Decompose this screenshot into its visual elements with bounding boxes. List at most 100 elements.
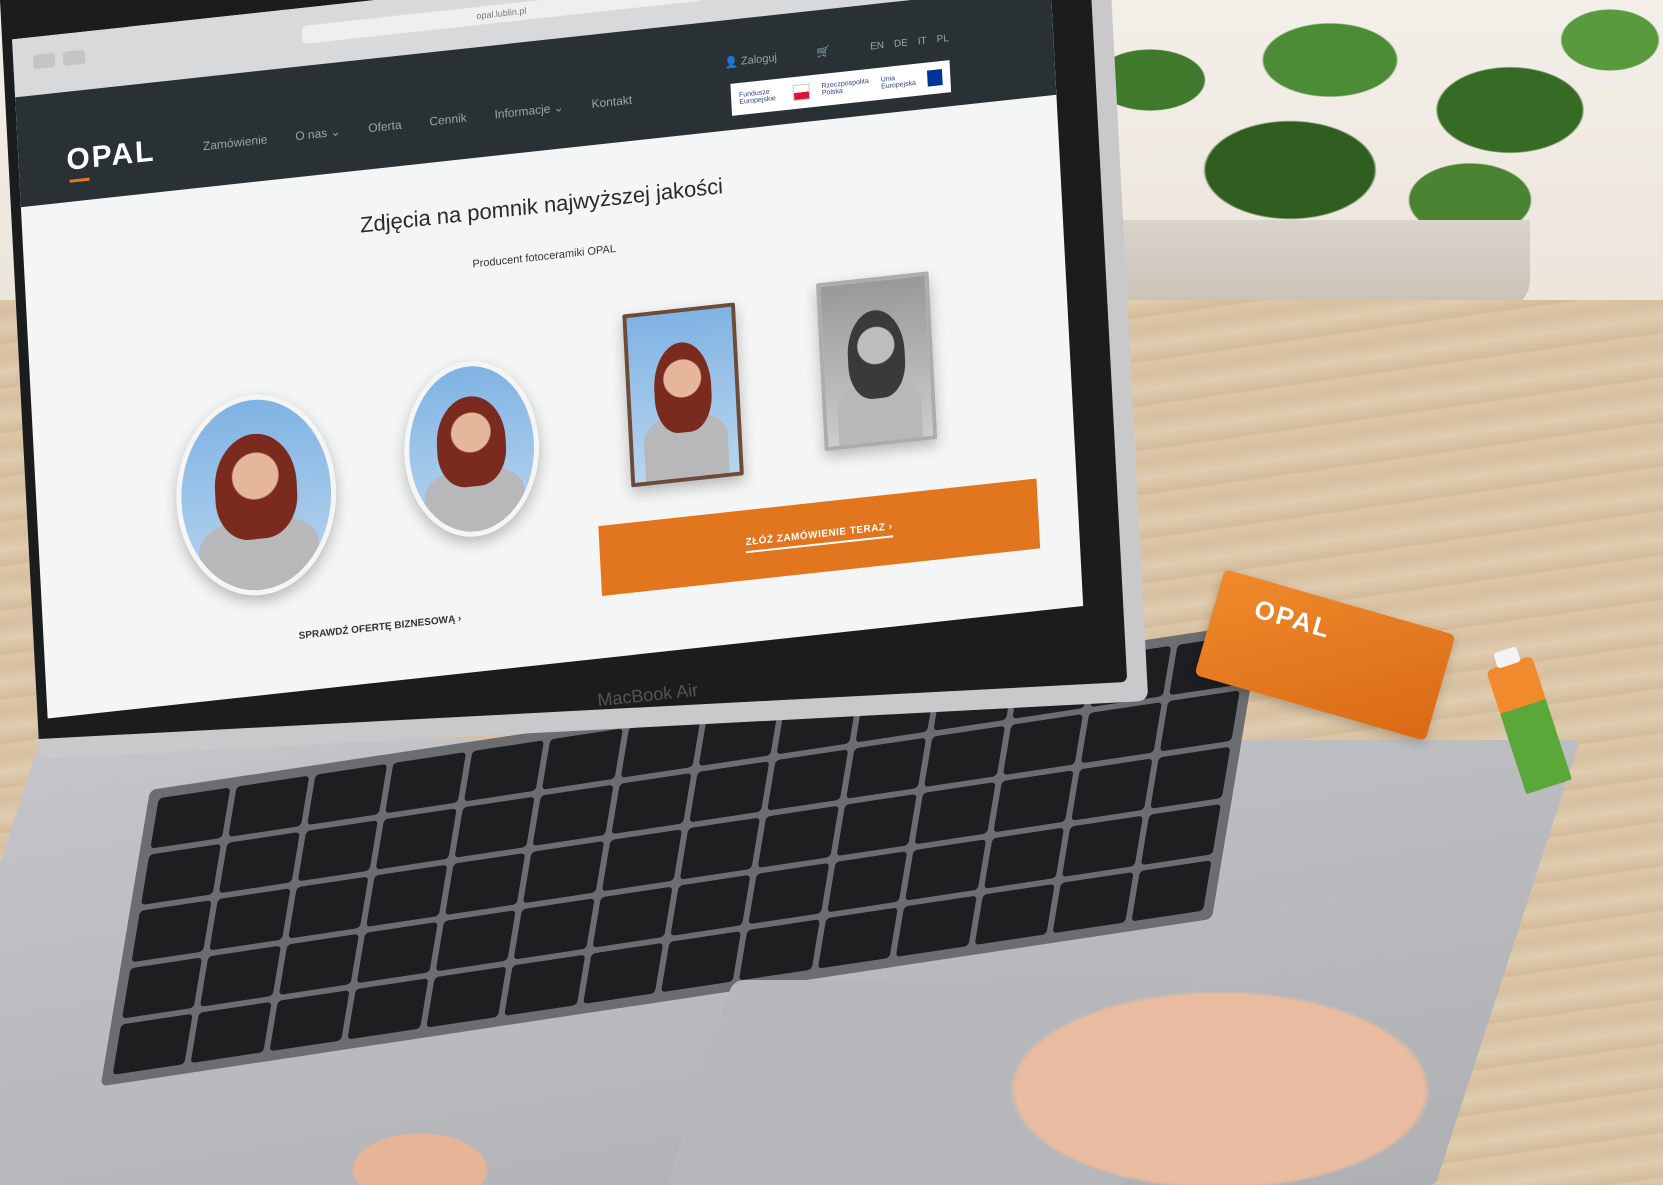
keyboard-key[interactable] bbox=[592, 886, 673, 948]
site-logo[interactable]: OPAL bbox=[66, 134, 157, 178]
keyboard-key[interactable] bbox=[426, 966, 507, 1028]
keyboard-key[interactable] bbox=[347, 978, 429, 1040]
keyboard-key[interactable] bbox=[219, 832, 300, 894]
lang-de[interactable]: DE bbox=[894, 38, 908, 50]
nav-item-oferta[interactable]: Oferta bbox=[368, 118, 402, 136]
chevron-down-icon: ⌄ bbox=[553, 100, 565, 116]
keyboard-key[interactable] bbox=[513, 897, 595, 960]
product-rect-bw[interactable] bbox=[815, 271, 938, 452]
order-now-button[interactable]: ZŁÓŻ ZAMÓWIENIE TERAZ › bbox=[745, 521, 894, 554]
keyboard-key[interactable] bbox=[582, 942, 664, 1005]
nav-item-cennik[interactable]: Cennik bbox=[429, 111, 467, 129]
user-left-hand bbox=[300, 1090, 540, 1185]
product-rect-color[interactable] bbox=[622, 302, 744, 488]
user-icon: 👤 bbox=[724, 56, 739, 70]
chevron-right-icon: › bbox=[888, 521, 893, 533]
keyboard-key[interactable] bbox=[679, 817, 761, 880]
keyboard-key[interactable] bbox=[228, 775, 310, 838]
poland-logo: Rzeczpospolita Polska bbox=[821, 77, 869, 98]
nav-item-informacje[interactable]: Informacje ⌄ bbox=[494, 100, 564, 121]
keyboard-key[interactable] bbox=[191, 1001, 272, 1064]
keyboard-key[interactable] bbox=[1131, 860, 1212, 922]
plant-pot bbox=[1060, 220, 1530, 310]
logo-underline bbox=[69, 177, 90, 183]
keyboard-key[interactable] bbox=[748, 862, 830, 924]
keyboard-key[interactable] bbox=[306, 763, 388, 826]
eu-flag-icon bbox=[927, 68, 943, 87]
lang-en[interactable]: EN bbox=[870, 40, 884, 52]
keyboard-key[interactable] bbox=[122, 956, 203, 1019]
keyboard-key[interactable] bbox=[385, 752, 466, 814]
keyboard-key[interactable] bbox=[1071, 758, 1153, 821]
keyboard-key[interactable] bbox=[1002, 714, 1084, 776]
main-nav: Zamówienie O nas ⌄ Oferta Cennik Informa… bbox=[203, 93, 633, 154]
keyboard-key[interactable] bbox=[463, 740, 545, 802]
keyboard-key[interactable] bbox=[845, 737, 927, 800]
login-link[interactable]: 👤 Zaloguj bbox=[724, 51, 777, 70]
keyboard-key[interactable] bbox=[288, 876, 369, 939]
keyboard-key[interactable] bbox=[1052, 871, 1134, 934]
keyboard-key[interactable] bbox=[140, 843, 222, 906]
keyboard-key[interactable] bbox=[269, 989, 350, 1052]
keyboard-key[interactable] bbox=[444, 853, 526, 915]
nav-item-kontakt[interactable]: Kontakt bbox=[591, 93, 632, 111]
keyboard-key[interactable] bbox=[200, 945, 281, 1007]
keyboard-key[interactable] bbox=[541, 728, 623, 790]
keyboard-key[interactable] bbox=[767, 749, 849, 811]
sachet-logo: OPAL bbox=[1251, 593, 1335, 644]
forward-button[interactable] bbox=[62, 49, 86, 66]
keyboard-key[interactable] bbox=[1062, 815, 1143, 877]
keyboard-key[interactable] bbox=[375, 808, 457, 870]
keyboard-key[interactable] bbox=[523, 841, 604, 903]
keyboard-key[interactable] bbox=[504, 954, 585, 1016]
keyboard-key[interactable] bbox=[758, 806, 839, 868]
keyboard-key[interactable] bbox=[150, 787, 231, 849]
keyboard-key[interactable] bbox=[112, 1013, 194, 1075]
language-switcher: EN DE IT PL bbox=[870, 33, 949, 53]
chevron-right-icon: › bbox=[457, 613, 462, 625]
keyboard-key[interactable] bbox=[1080, 702, 1162, 764]
keyboard-key[interactable] bbox=[278, 933, 360, 995]
keyboard-key[interactable] bbox=[661, 930, 742, 993]
keyboard-key[interactable] bbox=[357, 921, 438, 983]
keyboard-key[interactable] bbox=[1140, 803, 1221, 865]
lang-pl[interactable]: PL bbox=[936, 33, 949, 45]
keyboard-key[interactable] bbox=[689, 761, 770, 823]
keyboard-key[interactable] bbox=[610, 773, 692, 835]
lang-it[interactable]: IT bbox=[918, 36, 927, 48]
keyboard-key[interactable] bbox=[983, 827, 1065, 889]
keyboard-key[interactable] bbox=[131, 900, 213, 962]
keyboard-key[interactable] bbox=[454, 796, 535, 859]
funding-logos: Fundusze Europejskie Rzeczpospolita Pols… bbox=[730, 60, 952, 116]
keyboard-key[interactable] bbox=[739, 919, 820, 981]
keyboard-key[interactable] bbox=[836, 794, 918, 856]
cart-icon[interactable]: 🛒 bbox=[816, 45, 830, 59]
keyboard-key[interactable] bbox=[1149, 747, 1231, 809]
keyboard-key[interactable] bbox=[435, 909, 516, 972]
browser-nav-buttons bbox=[32, 49, 86, 70]
keyboard-key[interactable] bbox=[905, 838, 986, 901]
back-button[interactable] bbox=[32, 52, 56, 70]
eu-funds-logo: Fundusze Europejskie bbox=[738, 88, 776, 107]
laptop-lid: opal.lublin.pl A A ⇪ ⧉ OPAL Zamówienie O… bbox=[0, 0, 1149, 759]
keyboard-key[interactable] bbox=[1159, 690, 1240, 752]
nav-item-o-nas[interactable]: O nas ⌄ bbox=[295, 124, 341, 143]
keyboard-key[interactable] bbox=[914, 782, 996, 844]
keyboard-key[interactable] bbox=[601, 829, 683, 892]
keyboard-key[interactable] bbox=[297, 820, 379, 882]
keyboard-key[interactable] bbox=[827, 850, 908, 913]
keyboard-key[interactable] bbox=[209, 888, 291, 951]
screen-bezel: opal.lublin.pl A A ⇪ ⧉ OPAL Zamówienie O… bbox=[0, 0, 1128, 739]
keyboard-key[interactable] bbox=[670, 874, 751, 936]
keyboard-key[interactable] bbox=[532, 784, 614, 847]
poland-flag-icon bbox=[792, 83, 811, 102]
browser-screen: opal.lublin.pl A A ⇪ ⧉ OPAL Zamówienie O… bbox=[12, 0, 1084, 719]
product-oval-small[interactable] bbox=[399, 354, 544, 544]
business-offer-link[interactable]: SPRAWDŹ OFERTĘ BIZNESOWĄ › bbox=[298, 613, 461, 642]
nav-item-zamowienie[interactable]: Zamówienie bbox=[203, 132, 268, 153]
keyboard-key[interactable] bbox=[993, 770, 1074, 833]
product-oval-large[interactable] bbox=[171, 386, 342, 604]
keyboard-key[interactable] bbox=[924, 725, 1005, 788]
keyboard-key[interactable] bbox=[366, 865, 448, 927]
eu-union-logo: Unia Europejska bbox=[880, 75, 917, 91]
